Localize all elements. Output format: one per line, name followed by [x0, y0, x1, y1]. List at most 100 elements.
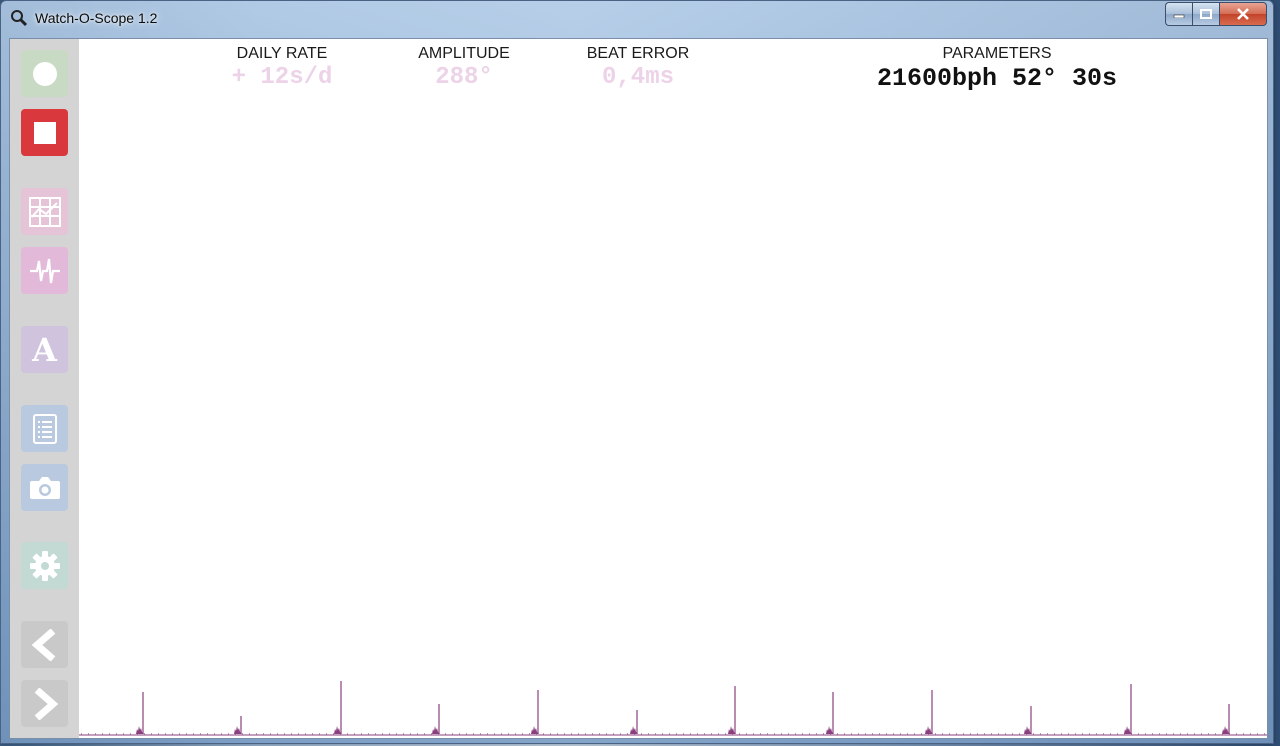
audio-trace: [79, 681, 1267, 736]
trace-noise: [1243, 733, 1244, 735]
trace-noise: [1054, 733, 1055, 735]
trace-noise: [837, 733, 838, 735]
trace-noise: [1215, 733, 1216, 735]
trace-noise: [214, 733, 215, 735]
trace-noise: [1033, 733, 1034, 735]
record-button[interactable]: [21, 50, 68, 97]
trace-noise: [256, 733, 257, 735]
trace-tick: [334, 681, 342, 734]
settings-button[interactable]: [21, 542, 68, 589]
trace-noise: [578, 733, 579, 735]
trace-noise: [879, 733, 880, 735]
trace-noise: [1131, 733, 1132, 735]
trace-noise: [1187, 733, 1188, 735]
trace-noise: [158, 733, 159, 735]
trace-noise: [1208, 733, 1209, 735]
trace-noise: [249, 733, 250, 735]
trace-noise: [949, 733, 950, 735]
minimize-icon: [1173, 14, 1185, 18]
trace-tick: [1024, 706, 1032, 734]
trace-noise: [1166, 733, 1167, 735]
grid-view-button[interactable]: [21, 188, 68, 235]
trace-noise: [116, 733, 117, 735]
trace-noise: [830, 733, 831, 735]
trace-noise: [1005, 733, 1006, 735]
letter-a-icon: A: [32, 330, 57, 369]
trace-noise: [935, 733, 936, 735]
client-area: A DAILY RATE + 12s/d AMPLITUDE 288° BEAT…: [9, 38, 1268, 739]
document-list-icon: [32, 413, 57, 444]
magnifier-app-icon: [9, 8, 29, 28]
report-button[interactable]: [21, 405, 68, 452]
trace-noise: [1040, 733, 1041, 735]
trace-noise: [1124, 733, 1125, 735]
trace-noise: [354, 733, 355, 735]
trace-noise: [550, 733, 551, 735]
trace-noise: [760, 733, 761, 735]
gear-icon: [29, 550, 60, 581]
trace-noise: [942, 733, 943, 735]
trace-tick: [728, 686, 736, 734]
trace-noise: [193, 733, 194, 735]
trace-noise: [1026, 733, 1027, 735]
maximize-button[interactable]: [1192, 2, 1219, 26]
beat-error-value: 0,4ms: [601, 64, 674, 91]
trace-noise: [1222, 733, 1223, 735]
parameters-label: PARAMETERS: [942, 45, 1052, 62]
trace-noise: [130, 733, 131, 735]
trace-noise: [599, 733, 600, 735]
trace-noise: [1152, 733, 1153, 735]
trace-noise: [585, 733, 586, 735]
snapshot-button[interactable]: [21, 464, 68, 511]
trace-noise: [242, 733, 243, 735]
trace-noise: [753, 733, 754, 735]
close-icon: [1237, 8, 1249, 20]
trace-noise: [228, 733, 229, 735]
trace-noise: [788, 733, 789, 735]
trace-noise: [1264, 733, 1265, 735]
minimize-button[interactable]: [1165, 2, 1192, 26]
trace-noise: [88, 733, 89, 735]
trace-noise: [1180, 733, 1181, 735]
back-button[interactable]: [21, 621, 68, 668]
parameters-value: 21600bph 52° 30s: [876, 64, 1118, 93]
trace-noise: [312, 733, 313, 735]
waveform-view-button[interactable]: [21, 247, 68, 294]
title-bar[interactable]: Watch-O-Scope 1.2: [1, 1, 1273, 35]
trace-noise: [606, 733, 607, 735]
forward-button[interactable]: [21, 680, 68, 727]
trace-noise: [1117, 733, 1118, 735]
trace-noise: [641, 733, 642, 735]
trace-tick: [531, 690, 539, 734]
trace-noise: [886, 733, 887, 735]
close-button[interactable]: [1219, 2, 1267, 26]
trace-noise: [627, 733, 628, 735]
trace-noise: [445, 733, 446, 735]
trace-noise: [536, 733, 537, 735]
trace-noise: [529, 733, 530, 735]
trace-noise: [1103, 733, 1104, 735]
trace-noise: [515, 733, 516, 735]
trace-noise: [473, 733, 474, 735]
trace-noise: [424, 733, 425, 735]
trace-noise: [431, 733, 432, 735]
trace-noise: [186, 733, 187, 735]
trace-noise: [263, 733, 264, 735]
trace-noise: [501, 733, 502, 735]
daily-rate-metric: DAILY RATE + 12s/d: [192, 45, 372, 91]
trace-noise: [319, 733, 320, 735]
trace-noise: [1201, 733, 1202, 735]
daily-rate-label: DAILY RATE: [236, 45, 328, 62]
stop-button[interactable]: [21, 109, 68, 156]
trace-noise: [109, 733, 110, 735]
trace-noise: [634, 733, 635, 735]
trace-noise: [739, 733, 740, 735]
trace-noise: [697, 733, 698, 735]
trace-noise: [914, 733, 915, 735]
trace-noise: [571, 733, 572, 735]
trace-noise: [732, 733, 733, 735]
amplitude-button[interactable]: A: [21, 326, 68, 373]
trace-noise: [718, 733, 719, 735]
trace-noise: [459, 733, 460, 735]
trace-noise: [1082, 733, 1083, 735]
